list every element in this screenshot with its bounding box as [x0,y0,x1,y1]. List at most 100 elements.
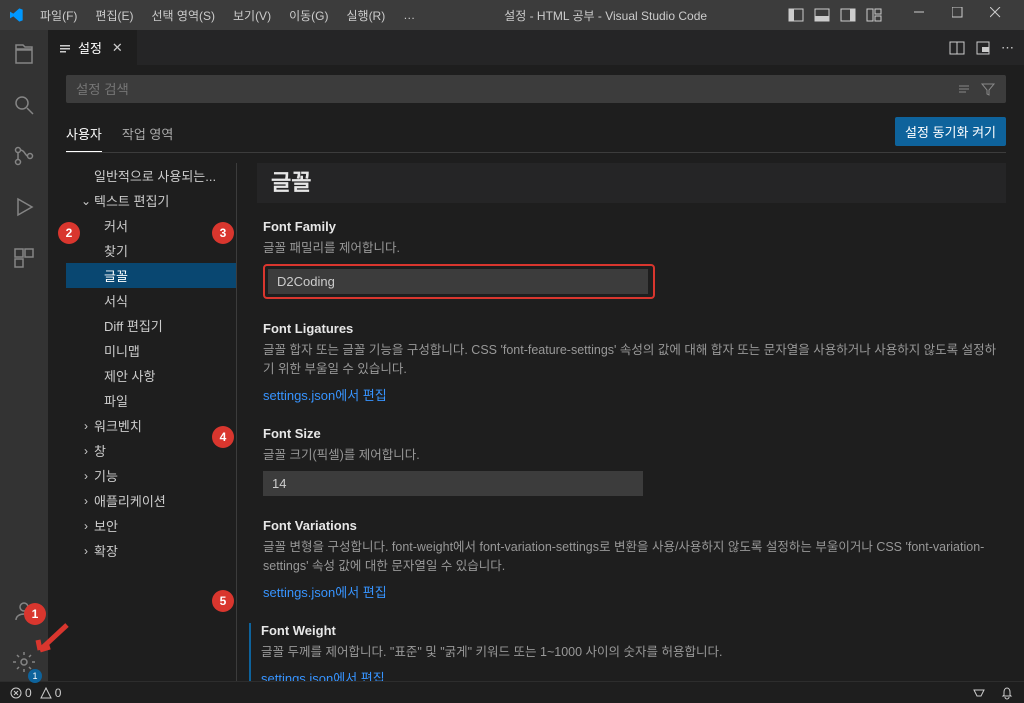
feedback-icon[interactable] [972,686,986,700]
clear-search-icon[interactable] [956,81,972,97]
setting-desc: 글꼴 변형을 구성합니다. font-weight에서 font-variati… [263,536,1006,574]
highlight-font-family [263,264,655,299]
extensions-icon[interactable] [8,242,40,277]
annotation-marker-5: 5 [212,590,234,612]
annotation-marker-3: 3 [212,222,234,244]
edit-in-json-link[interactable]: settings.json에서 편집 [261,668,1006,681]
annotation-marker-2: 2 [58,222,80,244]
main: 설정 ✕ ⋯ 사용자 작업 영역 설정 동기화 켜기 [0,30,1024,681]
tree-workbench[interactable]: ›워크벤치 [66,413,236,438]
setting-desc: 글꼴 패밀리를 제어합니다. [263,237,1006,256]
tree-text-editor[interactable]: ⌄텍스트 편집기 [66,188,236,213]
font-family-input[interactable] [268,269,648,294]
setting-label: Font Family [263,219,1006,234]
status-errors[interactable]: 0 [10,686,32,700]
error-icon [10,687,22,699]
tree-file[interactable]: 파일 [66,388,236,413]
explorer-icon[interactable] [8,38,40,73]
window-close[interactable] [980,0,1016,30]
layout-controls [788,0,1016,30]
tree-extensions[interactable]: ›확장 [66,538,236,563]
settings-tab-icon [58,41,72,55]
settings-editor: 사용자 작업 영역 설정 동기화 켜기 일반적으로 사용되는... ⌄텍스트 편… [48,65,1024,681]
window-minimize[interactable] [904,0,940,30]
settings-search[interactable] [66,75,1006,103]
annotation-marker-1: 1 [24,603,46,625]
setting-font-size: Font Size 글꼴 크기(픽셀)를 제어합니다. [257,426,1006,496]
tree-application[interactable]: ›애플리케이션 [66,488,236,513]
layout-panel-bottom-icon[interactable] [814,7,830,23]
tree-find[interactable]: 찾기 [66,238,236,263]
layout-panel-left-icon[interactable] [788,7,804,23]
menu-go[interactable]: 이동(G) [281,3,336,28]
split-editor-icon[interactable] [949,40,965,56]
tree-features[interactable]: ›기능 [66,463,236,488]
settings-sync-button[interactable]: 설정 동기화 켜기 [895,117,1006,146]
annotation-marker-4: 4 [212,426,234,448]
scope-workspace[interactable]: 작업 영역 [122,118,173,151]
tab-settings[interactable]: 설정 ✕ [48,30,138,65]
setting-desc: 글꼴 두께를 제어합니다. "표준" 및 "굵게" 키워드 또는 1~1000 … [261,641,1006,660]
annotation-arrow [32,620,72,660]
setting-desc: 글꼴 크기(픽셀)를 제어합니다. [263,444,1006,463]
setting-desc: 글꼴 합자 또는 글꼴 기능을 구성합니다. CSS 'font-feature… [263,339,1006,377]
tree-minimap[interactable]: 미니맵 [66,338,236,363]
setting-font-weight: Font Weight 글꼴 두께를 제어합니다. "표준" 및 "굵게" 키워… [249,623,1006,681]
menu-view[interactable]: 보기(V) [225,3,279,28]
chevron-right-icon: › [80,519,92,533]
settings-scope: 사용자 작업 영역 설정 동기화 켜기 [66,117,1006,153]
status-warnings[interactable]: 0 [40,686,62,700]
settings-detail: 글꼴 Font Family 글꼴 패밀리를 제어합니다. Font Ligat… [236,163,1006,681]
chevron-right-icon: › [80,544,92,558]
menu-edit[interactable]: 편집(E) [87,3,141,28]
settings-body: 일반적으로 사용되는... ⌄텍스트 편집기 커서 찾기 글꼴 서식 Diff … [66,163,1006,681]
setting-label: Font Ligatures [263,321,1006,336]
layout-panel-right-icon[interactable] [840,7,856,23]
layout-customize-icon[interactable] [866,7,882,23]
tab-close-icon[interactable]: ✕ [108,40,127,56]
tabbar: 설정 ✕ ⋯ [48,30,1024,65]
bell-icon[interactable] [1000,686,1014,700]
menu-more[interactable]: … [395,4,423,26]
setting-font-family: Font Family 글꼴 패밀리를 제어합니다. [257,219,1006,299]
vscode-logo-icon [8,7,24,23]
run-debug-icon[interactable] [8,191,40,226]
titlebar: 파일(F) 편집(E) 선택 영역(S) 보기(V) 이동(G) 실행(R) …… [0,0,1024,30]
tree-suggestion[interactable]: 제안 사항 [66,363,236,388]
tree-format[interactable]: 서식 [66,288,236,313]
menu-run[interactable]: 실행(R) [338,3,393,28]
open-json-icon[interactable] [975,40,991,56]
tree-font[interactable]: 글꼴 [66,263,236,288]
settings-search-input[interactable] [76,82,948,97]
more-actions-icon[interactable]: ⋯ [1001,40,1014,56]
setting-font-ligatures: Font Ligatures 글꼴 합자 또는 글꼴 기능을 구성합니다. CS… [257,321,1006,404]
warning-icon [40,687,52,699]
setting-label: Font Weight [261,623,1006,638]
tab-label: 설정 [78,38,102,57]
activitybar [0,30,48,681]
section-title: 글꼴 [257,163,1006,203]
tree-diff[interactable]: Diff 편집기 [66,313,236,338]
window-maximize[interactable] [942,0,978,30]
scope-user[interactable]: 사용자 [66,118,102,152]
source-control-icon[interactable] [8,140,40,175]
chevron-right-icon: › [80,444,92,458]
setting-label: Font Size [263,426,1006,441]
setting-font-variations: Font Variations 글꼴 변형을 구성합니다. font-weigh… [257,518,1006,601]
menu-selection[interactable]: 선택 영역(S) [143,3,223,28]
window-title: 설정 - HTML 공부 - Visual Studio Code [425,7,786,24]
font-size-input[interactable] [263,471,643,496]
chevron-right-icon: › [80,419,92,433]
chevron-down-icon: ⌄ [80,194,92,208]
tree-window[interactable]: ›창 [66,438,236,463]
tree-security[interactable]: ›보안 [66,513,236,538]
edit-in-json-link[interactable]: settings.json에서 편집 [263,385,1006,404]
tree-commonly-used[interactable]: 일반적으로 사용되는... [66,163,236,188]
chevron-right-icon: › [80,469,92,483]
edit-in-json-link[interactable]: settings.json에서 편집 [263,582,1006,601]
menu-file[interactable]: 파일(F) [32,3,85,28]
search-icon[interactable] [8,89,40,124]
statusbar: 0 0 [0,681,1024,703]
tree-cursor[interactable]: 커서 [66,213,236,238]
filter-icon[interactable] [980,81,996,97]
